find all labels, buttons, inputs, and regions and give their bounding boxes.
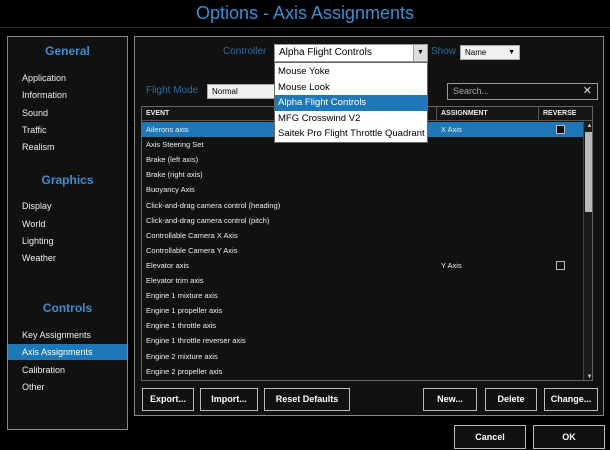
flight-mode-select[interactable]: Normal <box>207 84 277 99</box>
table-row[interactable]: Engine 1 mixture axis <box>142 288 592 303</box>
controller-select-value: Alpha Flight Controls <box>279 47 372 58</box>
table-row[interactable]: Engine 2 propeller axis <box>142 364 592 379</box>
table-row[interactable]: Controllable Camera Y Axis <box>142 243 592 258</box>
search-placeholder: Search... <box>453 86 490 96</box>
event-cell: Engine 1 mixture axis <box>146 291 218 301</box>
scroll-up-icon[interactable]: ▲ <box>585 122 592 130</box>
event-cell: Click-and-drag camera control (heading) <box>146 200 281 210</box>
event-cell: Engine 2 propeller axis <box>146 366 223 376</box>
show-select-value: Name <box>465 48 487 57</box>
dropdown-option-mouse-yoke[interactable]: Mouse Yoke <box>275 64 427 80</box>
table-row[interactable]: Engine 1 throttle axis <box>142 318 592 333</box>
search-input[interactable]: Search... ✕ <box>447 83 598 100</box>
dropdown-option-mfg-crosswind[interactable]: MFG Crosswind V2 <box>275 111 427 127</box>
cancel-button[interactable]: Cancel <box>454 425 526 449</box>
assignment-cell: Y Axis <box>441 260 462 270</box>
sidebar-item-traffic[interactable]: Traffic <box>8 122 127 138</box>
show-select[interactable]: Name ▼ <box>460 45 520 60</box>
table-row[interactable]: Brake (left axis) <box>142 152 592 167</box>
dropdown-option-saitek-throttle[interactable]: Saitek Pro Flight Throttle Quadrant <box>275 126 427 142</box>
reverse-checkbox[interactable] <box>556 260 565 270</box>
close-icon[interactable]: ✕ <box>583 84 592 98</box>
event-cell: Axis Steering Set <box>146 140 204 150</box>
sidebar-item-realism[interactable]: Realism <box>8 139 127 155</box>
sidebar-item-sound[interactable]: Sound <box>8 105 127 121</box>
event-cell: Click-and-drag camera control (pitch) <box>146 215 270 225</box>
column-header-reverse[interactable]: REVERSE <box>539 107 583 121</box>
event-cell: Buoyancy Axis <box>146 185 195 195</box>
table-row[interactable]: Engine 2 mixture axis <box>142 349 592 364</box>
dropdown-option-alpha-flight-controls[interactable]: Alpha Flight Controls <box>275 95 427 111</box>
sidebar-item-calibration[interactable]: Calibration <box>8 362 127 378</box>
chevron-down-icon[interactable]: ▼ <box>413 45 427 61</box>
delete-button[interactable]: Delete <box>485 388 537 411</box>
table-row[interactable]: Buoyancy Axis <box>142 182 592 197</box>
table-row[interactable]: Engine 1 propeller axis <box>142 303 592 318</box>
table-row[interactable]: Engine 1 throttle reverser axis <box>142 333 592 348</box>
sidebar-header-general: General <box>45 44 90 58</box>
table-row[interactable]: Controllable Camera X Axis <box>142 228 592 243</box>
reverse-checkbox[interactable] <box>556 125 565 134</box>
chevron-down-icon: ▼ <box>508 49 515 56</box>
sidebar-item-application[interactable]: Application <box>8 70 127 86</box>
event-cell: Engine 1 throttle axis <box>146 321 217 331</box>
event-cell: Controllable Camera X Axis <box>146 230 238 240</box>
table-row[interactable]: Click-and-drag camera control (pitch) <box>142 213 592 228</box>
scrollbar-thumb[interactable] <box>585 132 592 212</box>
event-cell: Controllable Camera Y Axis <box>146 245 238 255</box>
change-button[interactable]: Change... <box>544 388 598 411</box>
event-cell: Elevator axis <box>146 260 189 270</box>
window-title: Options - Axis Assignments <box>0 0 610 28</box>
event-cell: Engine 1 throttle reverser axis <box>146 336 246 346</box>
table-row[interactable]: Click-and-drag camera control (heading) <box>142 198 592 213</box>
axis-table: EVENT ASSIGNMENT REVERSE Ailerons axis X … <box>141 106 593 381</box>
sidebar-item-display[interactable]: Display <box>8 198 127 214</box>
sidebar-item-world[interactable]: World <box>8 216 127 232</box>
sidebar-item-axis-assignments[interactable]: Axis Assignments <box>8 344 127 360</box>
show-label: Show <box>431 46 457 57</box>
table-scrollbar[interactable]: ▲ ▼ <box>583 121 592 380</box>
sidebar-item-key-assignments[interactable]: Key Assignments <box>8 327 127 343</box>
controller-label: Controller <box>223 46 267 57</box>
reset-defaults-button[interactable]: Reset Defaults <box>264 388 350 411</box>
sidebar: General Application Information Sound Tr… <box>7 36 128 430</box>
new-button[interactable]: New... <box>423 388 477 411</box>
controller-select[interactable]: Alpha Flight Controls ▼ <box>274 44 428 62</box>
export-button[interactable]: Export... <box>142 388 194 411</box>
dropdown-option-mouse-look[interactable]: Mouse Look <box>275 80 427 96</box>
event-cell: Engine 1 propeller axis <box>146 306 223 316</box>
controller-dropdown-list: Mouse Yoke Mouse Look Alpha Flight Contr… <box>274 62 428 143</box>
event-cell: Ailerons axis <box>146 125 189 134</box>
event-cell: Elevator trim axis <box>146 276 204 285</box>
sidebar-header-graphics: Graphics <box>41 173 94 187</box>
scroll-down-icon[interactable]: ▼ <box>585 373 592 380</box>
flight-mode-label: Flight Mode <box>146 85 199 96</box>
ok-button[interactable]: OK <box>533 425 605 449</box>
event-cell: Engine 2 mixture axis <box>146 351 218 361</box>
event-cell: Brake (left axis) <box>146 155 199 165</box>
event-cell: Brake (right axis) <box>146 170 203 180</box>
sidebar-item-weather[interactable]: Weather <box>8 250 127 266</box>
table-row[interactable]: Elevator trim axis <box>142 273 592 288</box>
import-button[interactable]: Import... <box>200 388 258 411</box>
sidebar-item-other[interactable]: Other <box>8 379 127 395</box>
assignment-cell: X Axis <box>441 125 462 134</box>
sidebar-item-information[interactable]: Information <box>8 87 127 103</box>
table-row[interactable]: Brake (right axis) <box>142 167 592 182</box>
sidebar-header-controls: Controls <box>42 301 93 315</box>
column-header-assignment[interactable]: ASSIGNMENT <box>437 107 539 121</box>
flight-mode-select-value: Normal <box>212 87 238 96</box>
sidebar-item-lighting[interactable]: Lighting <box>8 233 127 249</box>
table-row[interactable]: Elevator axis Y Axis <box>142 258 592 273</box>
